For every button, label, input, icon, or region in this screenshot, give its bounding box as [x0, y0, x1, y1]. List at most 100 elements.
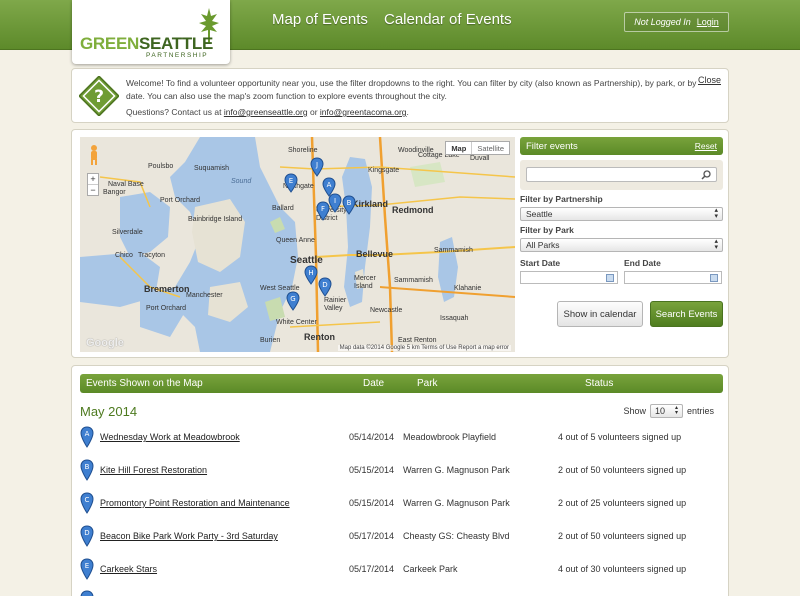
zoom-out-button[interactable]: −	[88, 184, 98, 195]
marker-b-icon: B	[80, 459, 94, 481]
event-status: 4 out of 30 volunteers signed up	[558, 564, 687, 574]
end-date-input[interactable]	[624, 271, 722, 284]
search-events-button[interactable]: Search Events	[650, 301, 723, 327]
event-status: 2 out of 25 volunteers signed up	[558, 498, 687, 508]
svg-text:D: D	[84, 529, 89, 537]
logo-subtitle: PARTNERSHIP	[146, 52, 209, 59]
map-place: East Renton	[398, 337, 437, 344]
site-logo[interactable]: GREENSEATTLE PARTNERSHIP	[72, 0, 230, 64]
start-date-label: Start Date	[520, 258, 561, 268]
event-name-link[interactable]: Wednesday Work at Meadowbrook	[100, 432, 240, 442]
table-row: A Wednesday Work at Meadowbrook 05/14/20…	[80, 425, 723, 451]
select-arrows-icon: ▴ ▾	[714, 238, 718, 251]
map-marker-d[interactable]: D	[318, 277, 332, 297]
svg-text:D: D	[322, 281, 327, 289]
event-date: 05/14/2014	[349, 432, 395, 442]
map-place: Suquamish	[194, 165, 230, 172]
map-place: Newcastle	[370, 307, 403, 314]
map-place: Manchester	[186, 292, 223, 299]
start-date-input[interactable]	[520, 271, 618, 284]
calendar-icon[interactable]	[710, 274, 718, 282]
column-header-events[interactable]: Events Shown on the Map	[86, 378, 203, 389]
event-park: Cheasty GS: Cheasty Blvd	[403, 531, 510, 541]
filter-buttons: Show in calendar Search Events	[557, 301, 723, 327]
map-type-map-button[interactable]: Map	[446, 142, 471, 154]
nav-calendar-of-events[interactable]: Calendar of Events	[384, 11, 512, 28]
map-marker-i[interactable]: I	[328, 193, 342, 213]
map-filter-panel: Poulsbo Shoreline Woodinville Cottage La…	[71, 129, 729, 358]
event-status: 2 out of 50 volunteers signed up	[558, 465, 687, 475]
event-status: 2 out of 50 volunteers signed up	[558, 531, 687, 541]
map-marker-f[interactable]: F	[316, 201, 330, 221]
map-place: Bangor	[103, 189, 126, 196]
month-heading: May 2014	[80, 404, 138, 419]
filter-search-area	[520, 160, 723, 190]
svg-text:F: F	[321, 205, 325, 213]
site-header: GREENSEATTLE PARTNERSHIP Map of Events C…	[0, 0, 800, 64]
reset-link[interactable]: Reset	[695, 141, 717, 151]
svg-text:?: ?	[94, 87, 104, 107]
table-row: E Carkeek Stars 05/17/2014 Carkeek Park …	[80, 557, 723, 583]
map-place: Rainier Valley	[324, 297, 347, 312]
close-welcome-link[interactable]: Close	[698, 75, 721, 85]
svg-text:B: B	[85, 463, 90, 471]
map-place: Bellevue	[356, 249, 394, 259]
event-name-link[interactable]: Beacon Bike Park Work Party - 3rd Saturd…	[100, 531, 278, 541]
email-seattle-link[interactable]: info@greenseattle.org	[224, 107, 308, 117]
login-link[interactable]: Login	[697, 17, 719, 27]
map-place: Chico	[115, 252, 133, 259]
welcome-intro: Welcome! To find a volunteer opportunity…	[126, 78, 697, 101]
svg-text:G: G	[290, 295, 295, 303]
welcome-contact: Questions? Contact us at info@greenseatt…	[126, 107, 409, 117]
marker-e-icon: E	[80, 558, 94, 580]
map-marker-e[interactable]: E	[284, 173, 298, 193]
map-place: Tracyton	[138, 252, 165, 259]
map-marker-b[interactable]: B	[342, 195, 356, 215]
map-place: Shoreline	[288, 147, 318, 154]
map-place: Queen Anne	[276, 237, 315, 244]
event-name-link[interactable]: Carkeek Stars	[100, 564, 157, 574]
show-in-calendar-button[interactable]: Show in calendar	[557, 301, 643, 327]
table-row: B Kite Hill Forest Restoration 05/15/201…	[80, 458, 723, 484]
column-header-date[interactable]: Date	[363, 378, 384, 389]
column-header-park[interactable]: Park	[417, 378, 438, 389]
google-logo: Google	[86, 337, 124, 349]
nav-map-of-events[interactable]: Map of Events	[272, 11, 368, 28]
select-arrows-icon: ▴ ▾	[714, 207, 718, 220]
welcome-panel: ? Welcome! To find a volunteer opportuni…	[71, 68, 729, 123]
calendar-icon[interactable]	[606, 274, 614, 282]
email-tacoma-link[interactable]: info@greentacoma.org	[320, 107, 407, 117]
svg-text:B: B	[347, 199, 352, 207]
map-place: Silverdale	[112, 229, 143, 236]
map-type-satellite-button[interactable]: Satellite	[471, 142, 509, 154]
svg-text:H: H	[308, 269, 313, 277]
map-marker-h[interactable]: H	[304, 265, 318, 285]
table-row: C Promontory Point Restoration and Maint…	[80, 491, 723, 517]
pegman-icon[interactable]	[88, 144, 100, 166]
search-input[interactable]	[526, 167, 717, 182]
map-place: White Center	[276, 319, 317, 326]
filter-title: Filter events	[526, 140, 578, 152]
map-place: Redmond	[392, 205, 434, 215]
zoom-in-button[interactable]: +	[88, 174, 98, 184]
login-box: Not Logged In Login	[624, 12, 729, 32]
filter-header: Filter events Reset	[520, 137, 723, 155]
entries-select[interactable]: 10 ▴ ▾	[649, 404, 683, 418]
map-type-control: Map Satellite	[445, 141, 510, 155]
partnership-select[interactable]: Seattle ▴ ▾	[520, 207, 723, 221]
marker-partial-icon	[80, 590, 94, 596]
event-park: Warren G. Magnuson Park	[403, 498, 510, 508]
column-header-status[interactable]: Status	[585, 378, 613, 389]
event-name-link[interactable]: Promontory Point Restoration and Mainten…	[100, 498, 290, 508]
map-marker-j[interactable]: J	[310, 157, 324, 177]
event-date: 05/15/2014	[349, 465, 395, 475]
park-select[interactable]: All Parks ▴ ▾	[520, 238, 723, 252]
partnership-label: Filter by Partnership	[520, 194, 603, 204]
events-table-header: Events Shown on the Map Date Park Status	[80, 374, 723, 393]
events-map[interactable]: Poulsbo Shoreline Woodinville Cottage La…	[80, 137, 515, 352]
select-arrows-icon: ▴ ▾	[674, 405, 678, 416]
zoom-control: + −	[87, 173, 99, 196]
map-marker-g[interactable]: G	[286, 291, 300, 311]
event-park: Carkeek Park	[403, 564, 458, 574]
event-name-link[interactable]: Kite Hill Forest Restoration	[100, 465, 207, 475]
